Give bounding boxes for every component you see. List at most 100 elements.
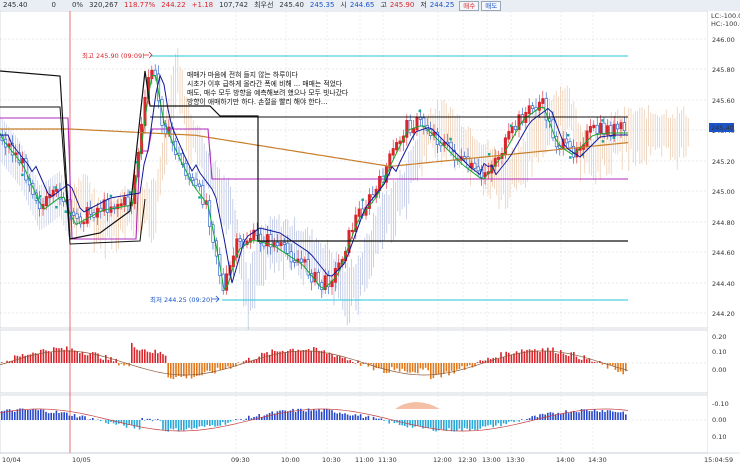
ind2-bar	[175, 420, 177, 429]
ind2-bar	[466, 420, 468, 429]
signal-marker	[418, 109, 422, 113]
ind2-bar	[430, 420, 432, 428]
ind1-bar	[437, 363, 440, 375]
ind1-bar	[328, 352, 331, 363]
ind2-bar	[419, 420, 422, 427]
ind2-bar	[66, 412, 68, 420]
ind2-bar	[131, 420, 133, 426]
ind2-bar	[331, 410, 333, 420]
candle-body	[238, 238, 242, 242]
ind1-bar	[544, 350, 546, 363]
ind2-bar	[123, 420, 125, 426]
time-tick: 10/05	[72, 456, 91, 464]
ind2-bar	[188, 420, 190, 428]
ind2-bar	[235, 419, 237, 420]
low-marker-label: 최저 244.25 (09:20)	[150, 295, 213, 304]
ind2-bar	[89, 419, 91, 420]
ind2-bar	[294, 411, 297, 420]
ind2-bar	[463, 420, 466, 428]
ind2-bar	[593, 409, 596, 420]
price-tick: 244.60	[712, 249, 735, 257]
signal-marker	[566, 134, 570, 137]
ind1-bar	[107, 359, 110, 363]
lc-label: LC:-100.0	[711, 12, 740, 20]
ind1-bar	[300, 350, 302, 363]
ind2-bar	[521, 419, 523, 420]
candle-body	[565, 138, 569, 144]
ind1-bar	[326, 353, 328, 363]
ind1-bar	[115, 358, 117, 363]
ind1-bar	[391, 363, 393, 368]
ind1-bar	[575, 356, 578, 363]
ind2-bar	[133, 420, 136, 429]
ind1-bar	[138, 350, 141, 363]
ind1-bar	[203, 363, 206, 373]
annotation-line-2: 시초가 이후 급하게 올라간 폭에 비해 ... 매매는 적었다	[187, 79, 343, 88]
ind2-bar	[539, 414, 541, 420]
ind2-bar	[14, 411, 16, 420]
ind1-bar	[521, 349, 523, 363]
candle-body	[537, 101, 541, 111]
ind2-bar	[167, 420, 169, 432]
ind1-bar	[167, 363, 169, 378]
ind1-bar	[63, 349, 65, 363]
ind1-bar	[554, 353, 557, 363]
ind1-bar	[398, 363, 401, 372]
time-tick: 12:30	[458, 456, 477, 464]
signal-marker	[601, 140, 605, 143]
ind1-bar	[310, 350, 312, 363]
toolbar-open-label: 시	[340, 1, 347, 9]
ind1-bar	[336, 355, 338, 363]
ind1-bar	[222, 363, 224, 370]
candle-body	[333, 268, 337, 283]
ind2-bar	[492, 420, 494, 428]
candle-body	[418, 117, 422, 120]
toolbar-high: 245.90	[389, 1, 415, 9]
ind2-bar	[81, 415, 84, 420]
ind2-bar	[424, 420, 427, 428]
ind2-bar	[359, 414, 362, 420]
time-tick: 09:30	[231, 456, 250, 464]
ind2-bar	[622, 411, 624, 420]
ind2-bar	[136, 420, 138, 427]
ind2-bar	[27, 409, 29, 420]
ind2-bar	[565, 410, 567, 420]
ind2-bar	[560, 414, 562, 420]
ind2-bar	[6, 409, 8, 420]
ind1-bar	[53, 347, 55, 363]
ind2-bar	[417, 420, 419, 426]
ind2-bar	[34, 409, 37, 420]
sell-button[interactable]: 매도	[481, 0, 502, 11]
ind2-bar	[450, 420, 453, 432]
ind2-bar	[365, 416, 367, 420]
ind2-tick: 0.10	[712, 433, 726, 441]
ind2-bar	[24, 409, 26, 420]
ind1-bar	[112, 361, 115, 363]
high-marker-label: 최고 245.90 (09:09)	[82, 51, 145, 60]
ind2-bar	[591, 411, 593, 420]
stock-chart[interactable]: 최고 245.90 (09:09) 최저 244.25 (09:20) 매매가 …	[0, 11, 740, 469]
ind2-bar	[268, 412, 271, 420]
ind1-bar	[105, 354, 107, 363]
signal-marker	[128, 191, 132, 194]
ind2-bar	[146, 418, 149, 420]
ind2-bar	[453, 420, 455, 432]
candle-body	[602, 122, 606, 135]
ind2-bar	[617, 412, 619, 420]
ind1-bar	[349, 359, 351, 363]
toolbar-field1: 245.40	[3, 1, 28, 9]
ind2-bar	[510, 420, 513, 422]
ind2-bar	[68, 415, 71, 420]
ind2-bar	[445, 420, 448, 431]
buy-button[interactable]: 매수	[459, 0, 480, 11]
ind2-bar	[209, 420, 211, 427]
ind1-bar	[427, 363, 429, 371]
ind1-bar	[380, 363, 383, 369]
ind2-bar	[346, 414, 349, 420]
indicator-panel-2[interactable]	[0, 394, 709, 454]
ind2-bar	[279, 410, 281, 420]
ind1-bar	[344, 357, 346, 363]
ind1-bar	[79, 353, 81, 363]
ind2-bar	[71, 415, 73, 420]
annotation-line-1: 매매가 마음에 전혀 들지 않는 하루이다	[187, 70, 299, 79]
